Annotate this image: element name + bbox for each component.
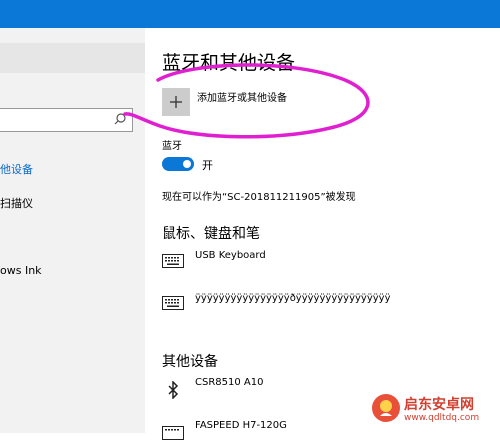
bluetooth-toggle-state: 开	[202, 159, 213, 172]
watermark-title: 启东安卓网	[404, 397, 474, 413]
watermark-logo-icon	[372, 394, 400, 422]
keyboard-icon	[162, 426, 184, 440]
plus-icon	[170, 96, 182, 108]
device-faspeed[interactable]: FASPEED H7-120G	[195, 420, 287, 431]
keyboard-icon	[162, 254, 184, 268]
device-unknown-keyboard[interactable]: ÿÿÿÿÿÿÿÿÿÿÿÿÿÿÿÿðÿÿÿÿÿÿÿÿÿÿÿÿÿÿÿÿ	[195, 293, 391, 304]
sidebar-item-windows-ink[interactable]: ows Ink	[0, 264, 42, 277]
sidebar-item-bluetooth-devices[interactable]: 他设备	[0, 161, 33, 177]
watermark: 启东安卓网 www.qdltdq.com	[368, 384, 498, 430]
window-title-bar	[0, 0, 500, 28]
device-csr8510[interactable]: CSR8510 A10	[195, 377, 263, 388]
bluetooth-icon	[168, 381, 179, 399]
sidebar-item-printers-scanners[interactable]: 扫描仪	[0, 195, 33, 211]
keyboard-icon	[162, 296, 184, 310]
sidebar-header	[0, 43, 145, 73]
toggle-knob	[183, 160, 191, 168]
bluetooth-toggle[interactable]	[162, 157, 194, 171]
page-title: 蓝牙和其他设备	[162, 52, 296, 74]
discoverable-text: 现在可以作为“SC-201811211905”被发现	[162, 192, 356, 203]
main-content: 蓝牙和其他设备 添加蓝牙或其他设备 蓝牙 开 现在可以作为“SC-2018112…	[145, 28, 500, 440]
watermark-url: www.qdltdq.com	[404, 413, 480, 423]
other-devices-section-title: 其他设备	[162, 354, 218, 370]
sidebar: 他设备 扫描仪 ows Ink	[0, 28, 145, 433]
search-icon[interactable]	[113, 112, 127, 126]
bluetooth-label: 蓝牙	[162, 141, 182, 152]
add-device-button[interactable]	[162, 88, 190, 116]
search-input[interactable]	[0, 108, 133, 132]
mouse-keyboard-section-title: 鼠标、键盘和笔	[162, 226, 260, 242]
device-usb-keyboard[interactable]: USB Keyboard	[195, 250, 266, 261]
add-device-label[interactable]: 添加蓝牙或其他设备	[197, 89, 287, 104]
